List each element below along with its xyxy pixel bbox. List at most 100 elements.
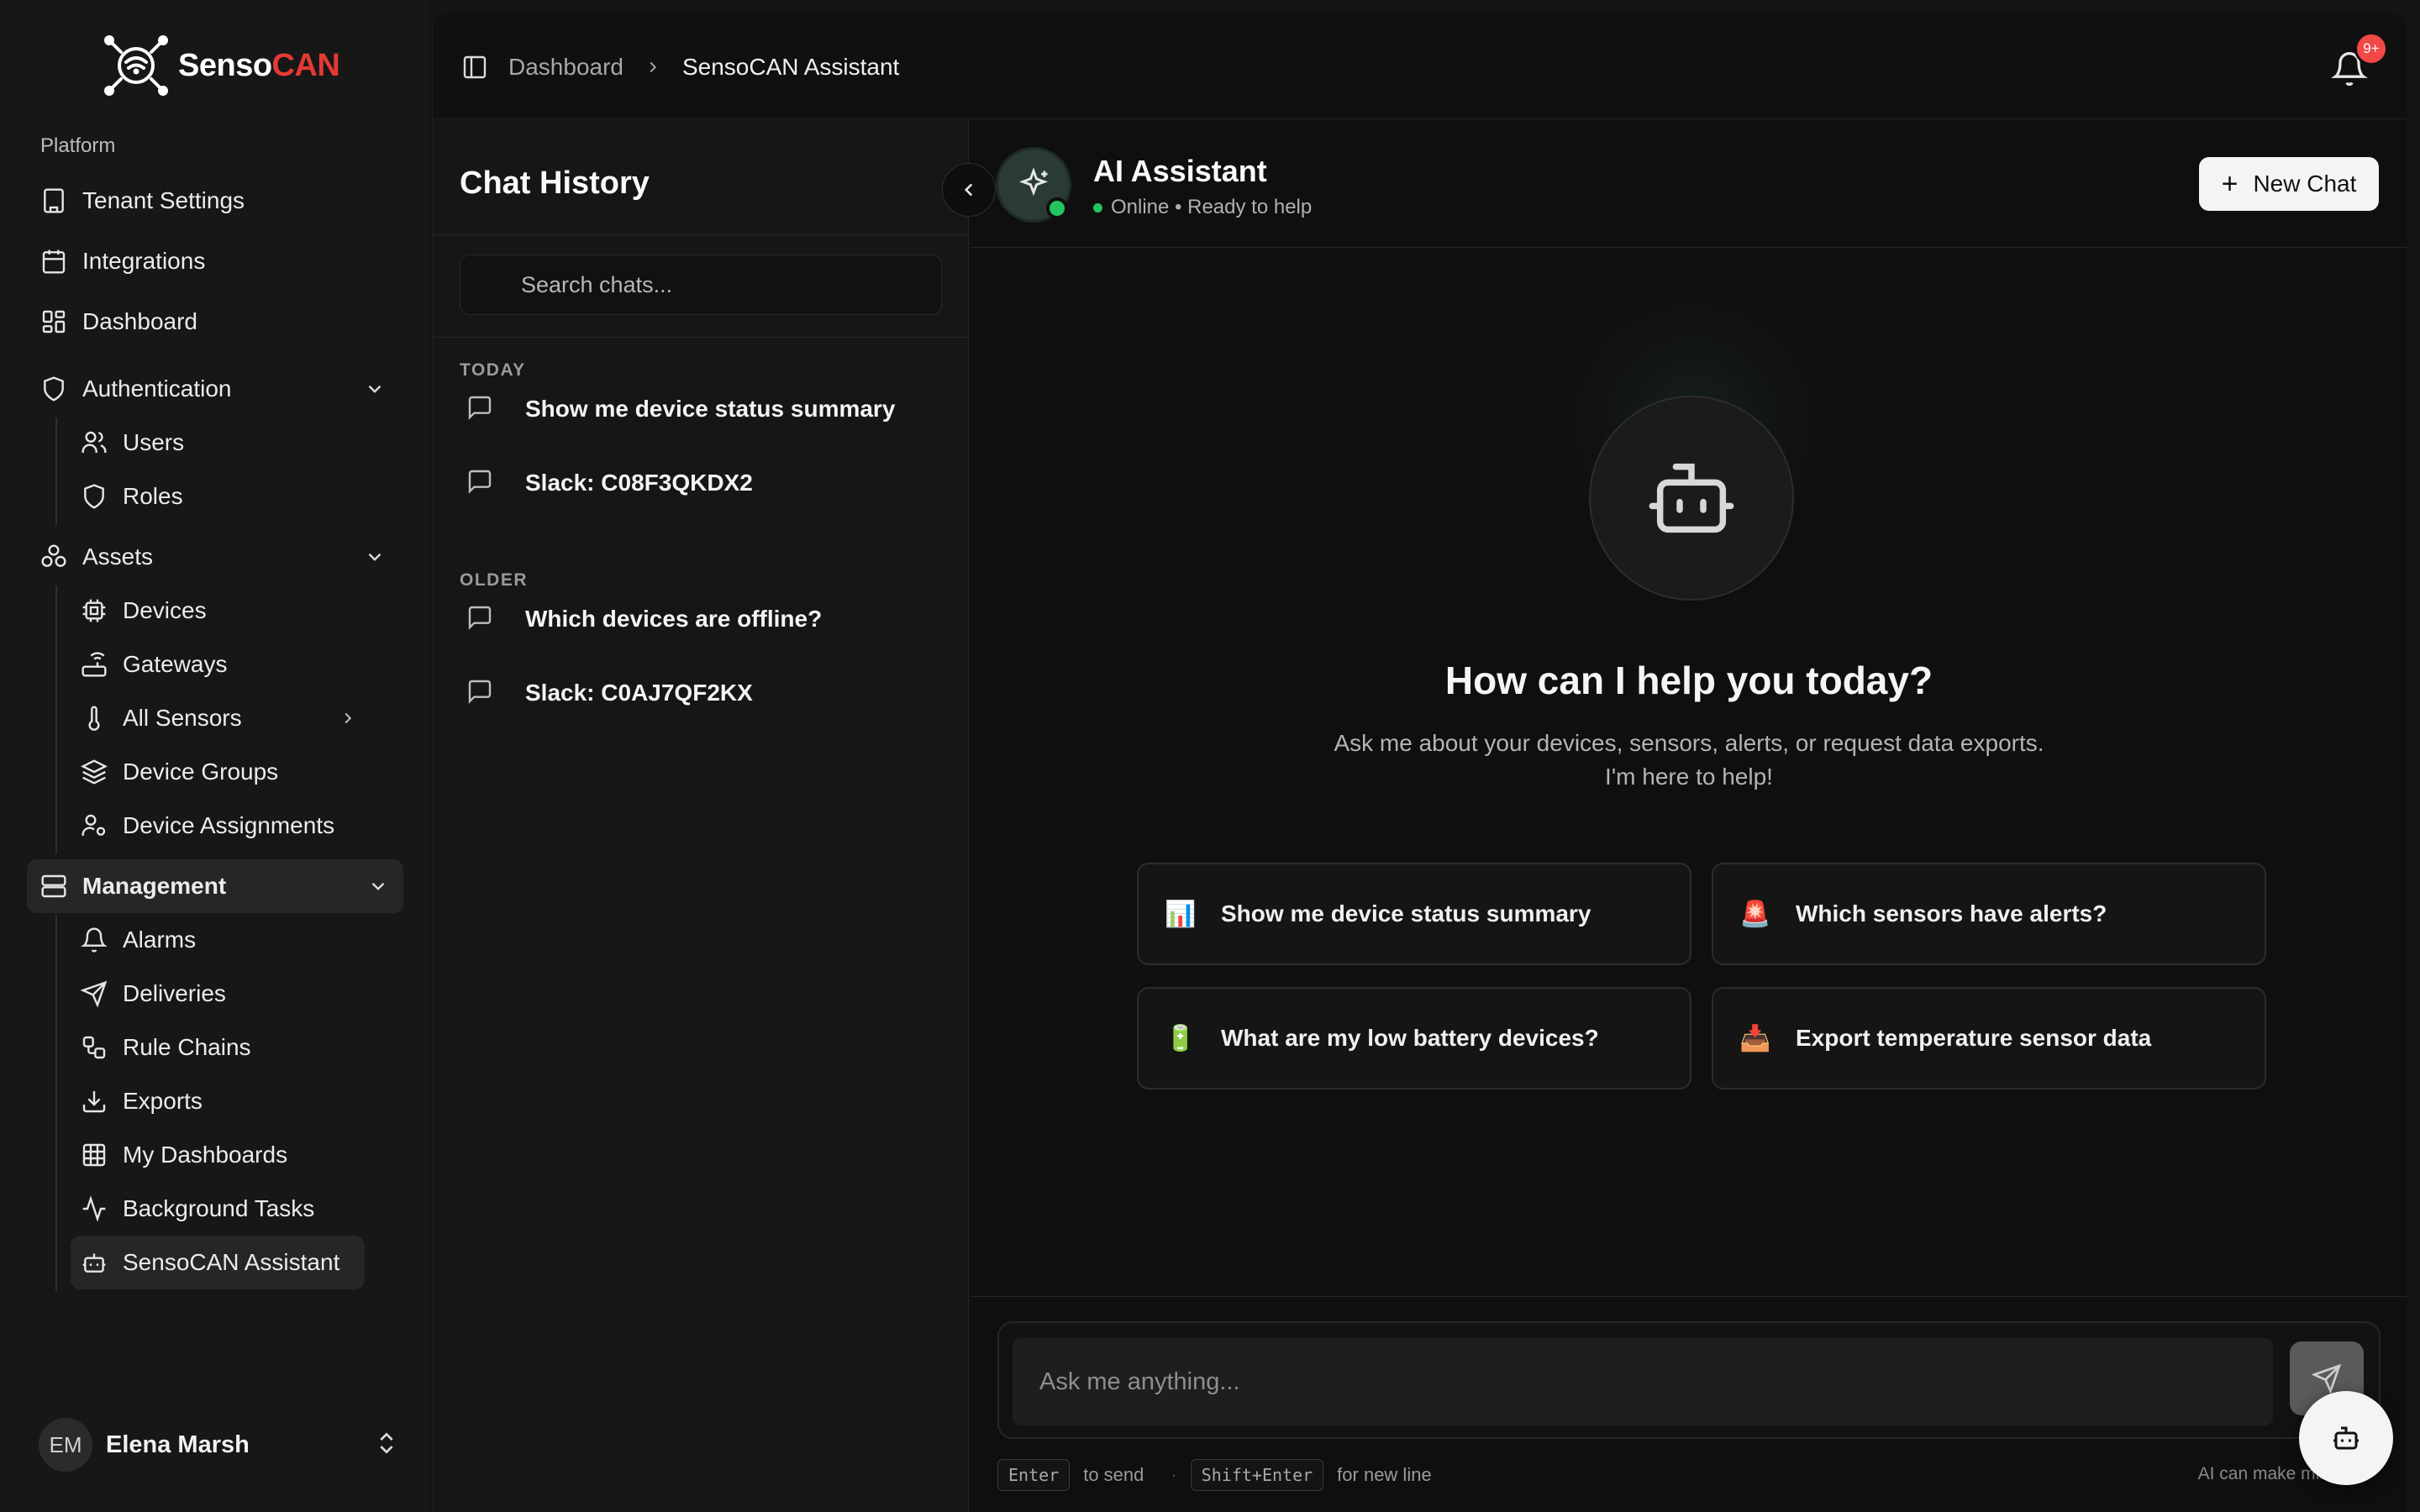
user-cog-icon [79,811,109,841]
welcome-subtitle: Ask me about your devices, sensors, aler… [971,727,2407,794]
sidebar-item-label: Alarms [123,927,197,953]
chevron-down-icon [363,871,393,901]
logo-text-prefix: Senso [178,47,272,83]
chat-history-item[interactable]: Slack: C08F3QKDX2 [458,453,945,513]
breadcrumb-item-current: SensoCAN Assistant [681,54,900,80]
section-label-platform: Platform [40,134,116,157]
sidebar-group-label: Authentication [82,375,232,402]
divider [971,1296,2407,1297]
bot-icon [2333,1426,2359,1450]
sidebar-item-label: Devices [123,597,207,623]
sidebar-item-device-assignments[interactable]: Device Assignments [71,799,365,853]
hint-separator-dot: · [1171,1464,1177,1485]
chevron-down-icon [360,542,390,572]
assistant-fab-button[interactable] [2299,1391,2393,1485]
suggestion-button[interactable]: 🚨 Which sensors have alerts? [1712,863,2266,965]
layers-icon [79,757,109,787]
main-area: Dashboard SensoCAN Assistant 9+ Chat His… [432,13,2407,1512]
sidebar-item-all-sensors[interactable]: All Sensors [71,691,365,745]
message-input[interactable] [1013,1338,2273,1425]
chat-history-label: Which devices are offline? [525,606,823,632]
logo-text-accent: CAN [271,47,340,83]
bot-hero [1589,396,1794,601]
sidebar-toggle-icon[interactable] [461,54,488,81]
sidebar-item-label: Tenant Settings [82,187,245,213]
router-icon [79,649,109,680]
chat-history-label: Slack: C08F3QKDX2 [525,470,753,496]
sidebar-item-integrations[interactable]: Integrations [30,234,403,288]
app-logo[interactable]: SensoCAN [101,32,340,99]
sidebar-item-alarms[interactable]: Alarms [71,913,365,967]
chevron-right-icon [333,703,363,733]
sidebar-item-sensocan-assistant[interactable]: SensoCAN Assistant [71,1236,365,1289]
sidebar-item-gateways[interactable]: Gateways [71,638,365,691]
sidebar-item-label: Device Assignments [123,812,335,838]
send-icon [79,979,109,1009]
chat-history-item[interactable]: Show me device status summary [458,379,945,439]
hint-newline-text: for new line [1337,1464,1432,1485]
sparkles-icon [1018,167,1049,197]
sidebar-group-assets[interactable]: Assets [30,530,403,584]
chat-history-label: Slack: C0AJ7QF2KX [525,680,753,706]
sidebar-item-dashboard[interactable]: Dashboard [30,295,403,349]
sidebar-item-device-groups[interactable]: Device Groups [71,745,365,799]
server-icon [39,871,69,901]
workflow-icon [79,1032,109,1063]
kbd-enter: Enter [997,1459,1071,1491]
sidebar-item-rule-chains[interactable]: Rule Chains [71,1021,365,1074]
sidebar-item-label: Rule Chains [123,1034,251,1060]
suggestion-button[interactable]: 🔋 What are my low battery devices? [1137,987,1691,1089]
sidebar-group-management[interactable]: Management [27,859,403,913]
history-group-older: OLDER [460,570,528,590]
sidebar-item-my-dashboards[interactable]: My Dashboards [71,1128,365,1182]
notification-badge: 9+ [2354,32,2388,66]
assistant-name: AI Assistant [1093,154,1267,188]
message-square-icon [466,394,497,424]
chat-header: AI Assistant Online • Ready to help + Ne… [971,120,2407,248]
collapse-history-button[interactable] [942,163,996,217]
sidebar-item-deliveries[interactable]: Deliveries [71,967,365,1021]
sidebar-item-background-tasks[interactable]: Background Tasks [71,1182,365,1236]
chevron-right-icon [644,58,662,76]
hint-send-text: to send [1083,1464,1144,1485]
sidebar-item-devices[interactable]: Devices [71,584,365,638]
online-indicator [1046,197,1068,219]
history-group-today: TODAY [460,360,526,380]
sidebar-group-authentication[interactable]: Authentication [30,362,403,416]
shield-icon [79,481,109,512]
inbox-tray-emoji-icon: 📥 [1739,1024,1771,1053]
sidebar-group-label: Assets [82,543,154,570]
breadcrumb: Dashboard SensoCAN Assistant [461,47,899,87]
suggestion-button[interactable]: 📥 Export temperature sensor data [1712,987,2266,1089]
suggestion-label: Show me device status summary [1221,900,1591,927]
breadcrumb-item-dashboard[interactable]: Dashboard [508,54,623,81]
send-icon [2312,1363,2342,1394]
suggestion-label: Which sensors have alerts? [1796,900,2107,927]
sidebar-item-label: Exports [123,1088,203,1114]
user-name: Elena Marsh [106,1431,250,1458]
message-composer [997,1321,2381,1439]
chat-history-title: Chat History [460,165,650,201]
keyboard-hint: Enter to send · Shift+Enter for new line [997,1459,1445,1491]
new-chat-button[interactable]: + New Chat [2199,157,2379,211]
sidebar-item-exports[interactable]: Exports [71,1074,365,1128]
suggestion-button[interactable]: 📊 Show me device status summary [1137,863,1691,965]
tree-line [55,915,57,1291]
sidebar-item-label: My Dashboards [123,1142,288,1168]
bar-chart-emoji-icon: 📊 [1165,900,1197,928]
sidebar-item-roles[interactable]: Roles [71,470,365,523]
chat-history-item[interactable]: Slack: C0AJ7QF2KX [458,663,945,723]
sidebar-item-users[interactable]: Users [71,416,365,470]
search-chats-input[interactable] [460,255,942,315]
sidebar-item-label: Gateways [123,651,228,677]
bell-icon [79,925,109,955]
building-icon [39,186,69,216]
tree-line [55,585,57,854]
sidebar-item-tenant-settings[interactable]: Tenant Settings [30,174,403,228]
chat-history-item[interactable]: Which devices are offline? [458,589,945,649]
welcome-subtitle-line1: Ask me about your devices, sensors, aler… [1334,730,2044,756]
chevrons-up-down-icon [373,1430,400,1457]
user-menu[interactable]: EM Elena Marsh [39,1418,400,1472]
sidebar-item-label: Background Tasks [123,1195,315,1221]
sidebar-group-label: Management [82,873,227,899]
